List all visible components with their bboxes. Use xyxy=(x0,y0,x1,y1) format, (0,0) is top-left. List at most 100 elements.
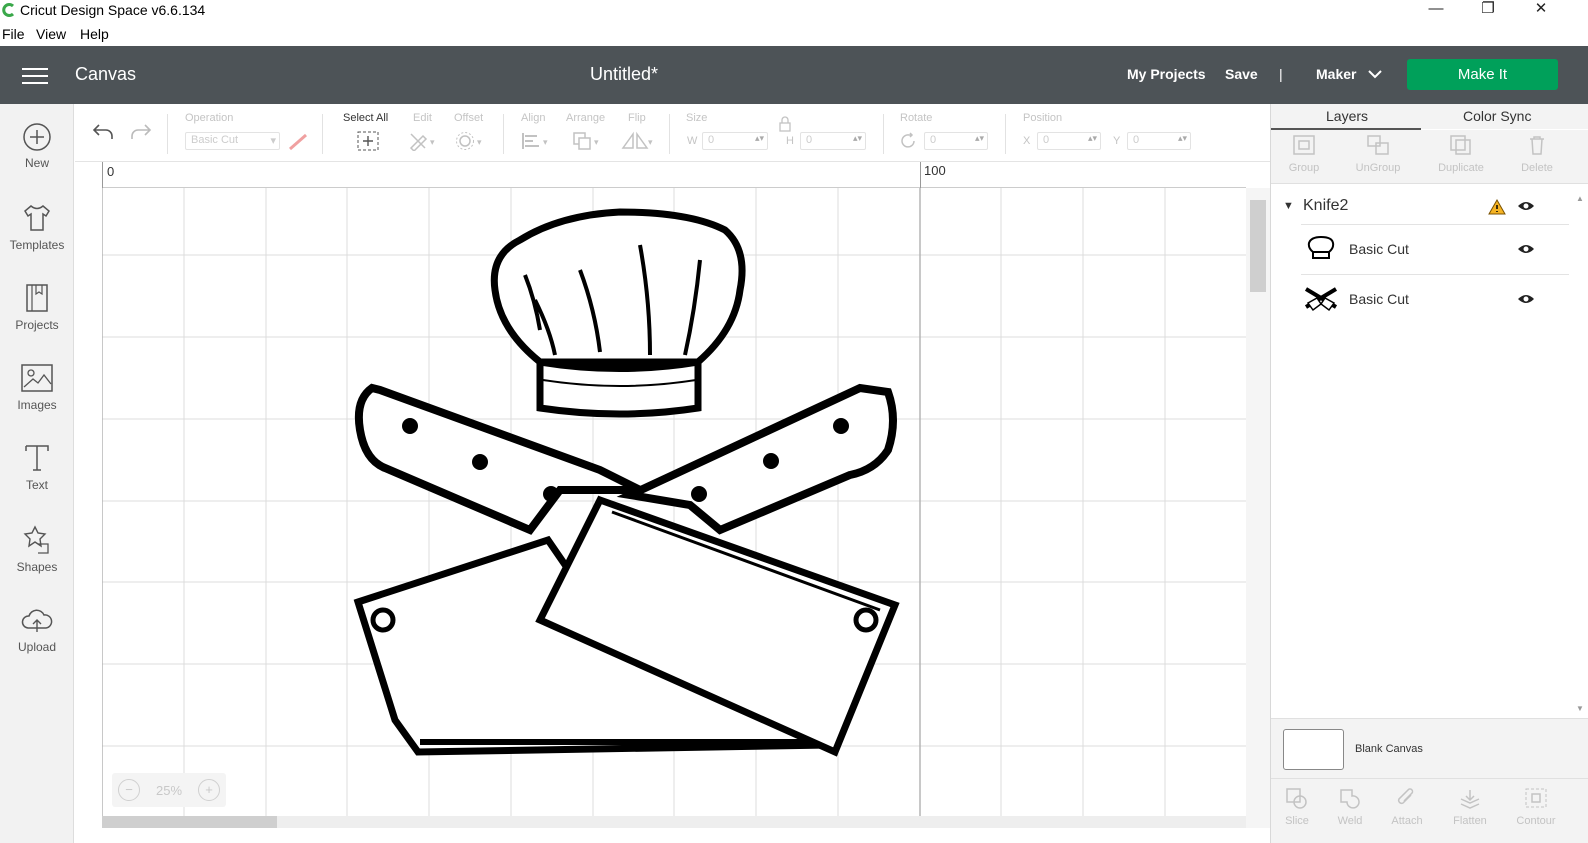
hamburger-menu-icon[interactable] xyxy=(22,68,48,84)
linetype-color-icon[interactable] xyxy=(287,132,309,152)
flatten-button[interactable]: Flatten xyxy=(1435,787,1505,827)
my-projects-link[interactable]: My Projects xyxy=(1127,66,1206,82)
trash-icon xyxy=(1530,136,1544,155)
scroll-up-icon[interactable]: ▲ xyxy=(1576,194,1584,203)
menu-help[interactable]: Help xyxy=(80,26,109,42)
lock-icon[interactable] xyxy=(778,116,792,132)
y-value: 0 xyxy=(1133,134,1140,146)
offset-icon[interactable]: ▾ xyxy=(455,131,485,151)
scrollbar-thumb[interactable] xyxy=(102,816,277,828)
redo-icon[interactable] xyxy=(129,122,153,142)
tshirt-icon xyxy=(24,205,50,231)
canvas-vertical-scrollbar[interactable] xyxy=(1246,188,1270,828)
sidebar-item-text[interactable]: Text xyxy=(0,442,74,492)
svg-text:▾: ▾ xyxy=(430,137,435,147)
width-input[interactable]: 0 ▴▾ xyxy=(702,132,768,150)
menu-file[interactable]: File xyxy=(2,26,25,42)
height-input[interactable]: 0 ▴▾ xyxy=(800,132,866,150)
close-button[interactable]: ✕ xyxy=(1518,0,1564,22)
eye-icon[interactable] xyxy=(1517,200,1535,212)
select-all-label: Select All xyxy=(343,112,389,124)
rotate-value: 0 xyxy=(930,134,937,146)
sidebar-item-templates[interactable]: Templates xyxy=(0,202,74,252)
x-label: X xyxy=(1023,135,1031,147)
flatten-icon xyxy=(1460,790,1480,809)
make-it-button[interactable]: Make It xyxy=(1407,59,1558,90)
blank-canvas-thumb[interactable] xyxy=(1283,729,1344,770)
x-position-input[interactable]: 0 ▴▾ xyxy=(1037,132,1101,150)
blank-canvas-label: Blank Canvas xyxy=(1355,743,1423,755)
sidebar-item-label: Text xyxy=(25,478,48,492)
restore-button[interactable]: ❐ xyxy=(1465,0,1511,22)
panel-scrollbar[interactable]: ▲ ▼ xyxy=(1573,192,1588,717)
cloud-upload-icon xyxy=(21,609,53,632)
menu-view[interactable]: View xyxy=(36,26,66,42)
machine-select[interactable]: Maker xyxy=(1316,66,1356,82)
document-title: Untitled* xyxy=(590,64,659,84)
edit-icon[interactable]: ▾ xyxy=(408,131,438,151)
cricut-logo-icon xyxy=(2,3,15,17)
ruler-100-label: 100 xyxy=(924,163,946,178)
stepper-icon: ▴▾ xyxy=(754,133,764,143)
chevron-down-icon[interactable] xyxy=(1368,70,1382,79)
zoom-in-button[interactable]: + xyxy=(198,779,220,801)
zoom-control: − 25% + xyxy=(112,773,226,807)
duplicate-button[interactable]: Duplicate xyxy=(1426,134,1496,174)
sidebar-item-projects[interactable]: Projects xyxy=(0,282,74,332)
slice-icon xyxy=(1286,788,1307,809)
undo-icon[interactable] xyxy=(91,122,115,142)
sidebar-item-images[interactable]: Images xyxy=(0,362,74,412)
flip-icon[interactable]: ▾ xyxy=(621,131,655,151)
x-value: 0 xyxy=(1043,134,1050,146)
chef-hat-shape xyxy=(490,208,746,418)
sidebar-item-upload[interactable]: Upload xyxy=(0,606,74,654)
layer-group-knife2[interactable]: ▼ Knife2 xyxy=(1271,192,1571,222)
sidebar-item-shapes[interactable]: Shapes xyxy=(0,524,74,574)
book-icon xyxy=(26,284,48,312)
blank-canvas-row[interactable]: Blank Canvas xyxy=(1271,718,1588,778)
rotate-input[interactable]: 0 ▴▾ xyxy=(924,132,988,150)
height-value: 0 xyxy=(806,134,813,146)
attach-button[interactable]: Attach xyxy=(1372,787,1442,827)
layer-name: Basic Cut xyxy=(1349,241,1409,257)
layer-group-name: Knife2 xyxy=(1303,197,1349,214)
select-all-icon[interactable] xyxy=(357,131,379,151)
delete-button[interactable]: Delete xyxy=(1502,134,1572,174)
sidebar-item-label: Templates xyxy=(9,238,65,252)
layer-name: Basic Cut xyxy=(1349,291,1409,307)
width-value: 0 xyxy=(708,134,715,146)
canvas-horizontal-scrollbar[interactable] xyxy=(102,816,1246,828)
arrange-icon[interactable]: ▾ xyxy=(572,131,602,151)
collapse-arrow-icon[interactable]: ▼ xyxy=(1283,200,1294,212)
minimize-button[interactable]: — xyxy=(1413,0,1459,22)
layer-row[interactable]: Basic Cut xyxy=(1301,224,1569,272)
align-icon[interactable]: ▾ xyxy=(521,131,551,151)
layer-row[interactable]: Basic Cut xyxy=(1301,274,1569,322)
y-position-input[interactable]: 0 ▴▾ xyxy=(1127,132,1191,150)
sidebar-item-new[interactable]: New xyxy=(0,122,74,170)
size-label: Size xyxy=(686,112,708,124)
stepper-icon: ▴▾ xyxy=(1177,133,1187,143)
zoom-out-button[interactable]: − xyxy=(118,779,140,801)
contour-button[interactable]: Contour xyxy=(1501,787,1571,827)
scrollbar-thumb[interactable] xyxy=(1250,200,1266,292)
chef-hat-and-cleavers-artwork[interactable] xyxy=(102,188,1246,828)
group-button[interactable]: Group xyxy=(1269,134,1339,174)
eye-icon[interactable] xyxy=(1517,243,1535,255)
operation-select[interactable]: Basic Cut ▾ xyxy=(185,132,280,150)
crossed-cleavers-thumb xyxy=(1304,287,1338,312)
edit-label: Edit xyxy=(413,112,432,124)
tab-color-sync[interactable]: Color Sync xyxy=(1463,108,1531,124)
tab-layers[interactable]: Layers xyxy=(1326,108,1368,124)
paperclip-icon xyxy=(1397,788,1414,805)
design-canvas[interactable] xyxy=(102,188,1246,828)
height-label: H xyxy=(786,135,794,147)
scroll-down-icon[interactable]: ▼ xyxy=(1576,704,1584,713)
ungroup-button[interactable]: UnGroup xyxy=(1343,134,1413,174)
svg-text:▾: ▾ xyxy=(543,137,548,147)
align-label: Align xyxy=(521,112,546,124)
warning-icon[interactable] xyxy=(1488,199,1506,215)
eye-icon[interactable] xyxy=(1517,293,1535,305)
window-title: Cricut Design Space v6.6.134 xyxy=(20,2,206,18)
save-link[interactable]: Save xyxy=(1225,66,1258,82)
